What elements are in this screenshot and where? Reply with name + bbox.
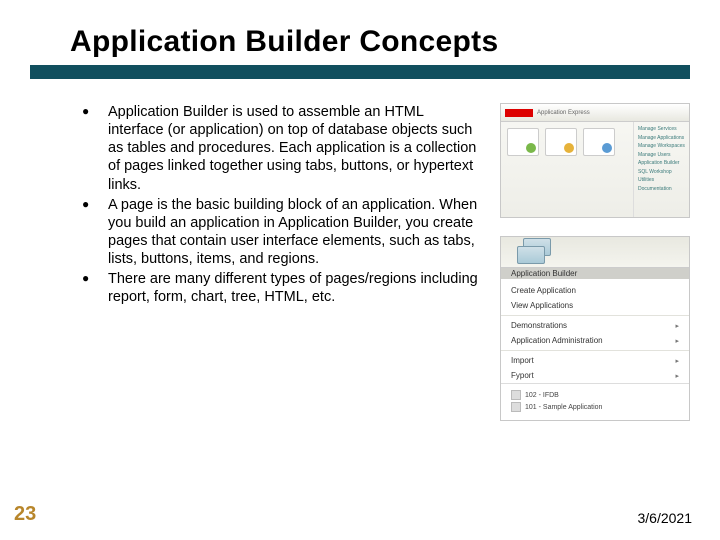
- menu-body: Create Application View Applications Dem…: [501, 279, 689, 420]
- screenshot-app-builder-menu: Application Builder Create Application V…: [500, 236, 690, 421]
- chevron-right-icon: ▸: [675, 322, 679, 330]
- menu-bottom-row: 102 - IFDB: [511, 390, 679, 400]
- chevron-right-icon: ▸: [675, 357, 679, 365]
- chevron-right-icon: ▸: [675, 337, 679, 345]
- apex-header: Application Express: [501, 104, 689, 122]
- apex-sidebar-item: Manage Workspaces: [638, 143, 685, 151]
- screenshot-oracle-apex: Application Express Manage Services Mana…: [500, 103, 690, 218]
- menu-item-text: View Applications: [511, 301, 573, 310]
- menu-bottom-row: 101 - Sample Application: [511, 402, 679, 412]
- stack-icon: [517, 238, 553, 266]
- menu-bottom-text: 102 - IFDB: [525, 392, 559, 399]
- menu-bottom: 102 - IFDB 101 - Sample Application: [501, 383, 689, 416]
- apex-sidebar-item: Documentation: [638, 186, 685, 194]
- menu-item-text: Demonstrations: [511, 321, 567, 330]
- slide: Application Builder Concepts Application…: [0, 0, 720, 540]
- slide-title: Application Builder Concepts: [70, 25, 690, 59]
- apex-tile: [583, 128, 615, 156]
- content-area: Application Builder is used to assemble …: [30, 103, 690, 421]
- menu-item-text: Create Application: [511, 286, 576, 295]
- chevron-right-icon: ▸: [675, 372, 679, 380]
- menu-bottom-text: 101 - Sample Application: [525, 404, 602, 411]
- menu-item: Import ▸: [501, 353, 689, 368]
- bullet-item: Application Builder is used to assemble …: [80, 103, 480, 194]
- menu-item: View Applications: [501, 298, 689, 313]
- menu-item-text: Import: [511, 356, 534, 365]
- page-icon: [511, 390, 521, 400]
- menu-top-graphic: [501, 237, 689, 268]
- illustration-column: Application Express Manage Services Mana…: [500, 103, 690, 421]
- menu-item: Create Application: [501, 283, 689, 298]
- apex-tile: [507, 128, 539, 156]
- menu-item: Demonstrations ▸: [501, 318, 689, 333]
- page-number: 23: [14, 503, 36, 526]
- menu-item-text: Application Administration: [511, 336, 603, 345]
- apex-sidebar: Manage Services Manage Applications Mana…: [633, 122, 689, 217]
- page-icon: [511, 402, 521, 412]
- apex-tile: [545, 128, 577, 156]
- title-underline: [30, 65, 690, 79]
- menu-item: Application Administration ▸: [501, 333, 689, 348]
- bullet-item: A page is the basic building block of an…: [80, 196, 480, 269]
- bullet-list: Application Builder is used to assemble …: [80, 103, 480, 421]
- menu-item-text: Fyport: [511, 371, 534, 380]
- menu-label: Application Builder: [501, 268, 689, 279]
- stack-rect-front: [517, 246, 545, 264]
- bullet-item: There are many different types of pages/…: [80, 270, 480, 306]
- apex-sidebar-item: Manage Services: [638, 126, 685, 134]
- menu-item: Fyport ▸: [501, 368, 689, 383]
- oracle-logo: [505, 109, 533, 117]
- apex-tiles: [501, 122, 633, 217]
- apex-sidebar-item: Manage Applications: [638, 135, 685, 143]
- slide-date: 3/6/2021: [638, 510, 693, 526]
- menu-separator: [501, 350, 689, 351]
- apex-header-text: Application Express: [537, 110, 590, 116]
- apex-sidebar-item: Manage Users: [638, 152, 685, 160]
- menu-separator: [501, 315, 689, 316]
- apex-sidebar-item: Application Builder: [638, 160, 685, 168]
- apex-sidebar-item: Utilities: [638, 177, 685, 185]
- apex-sidebar-item: SQL Workshop: [638, 169, 685, 177]
- apex-body: Manage Services Manage Applications Mana…: [501, 122, 689, 217]
